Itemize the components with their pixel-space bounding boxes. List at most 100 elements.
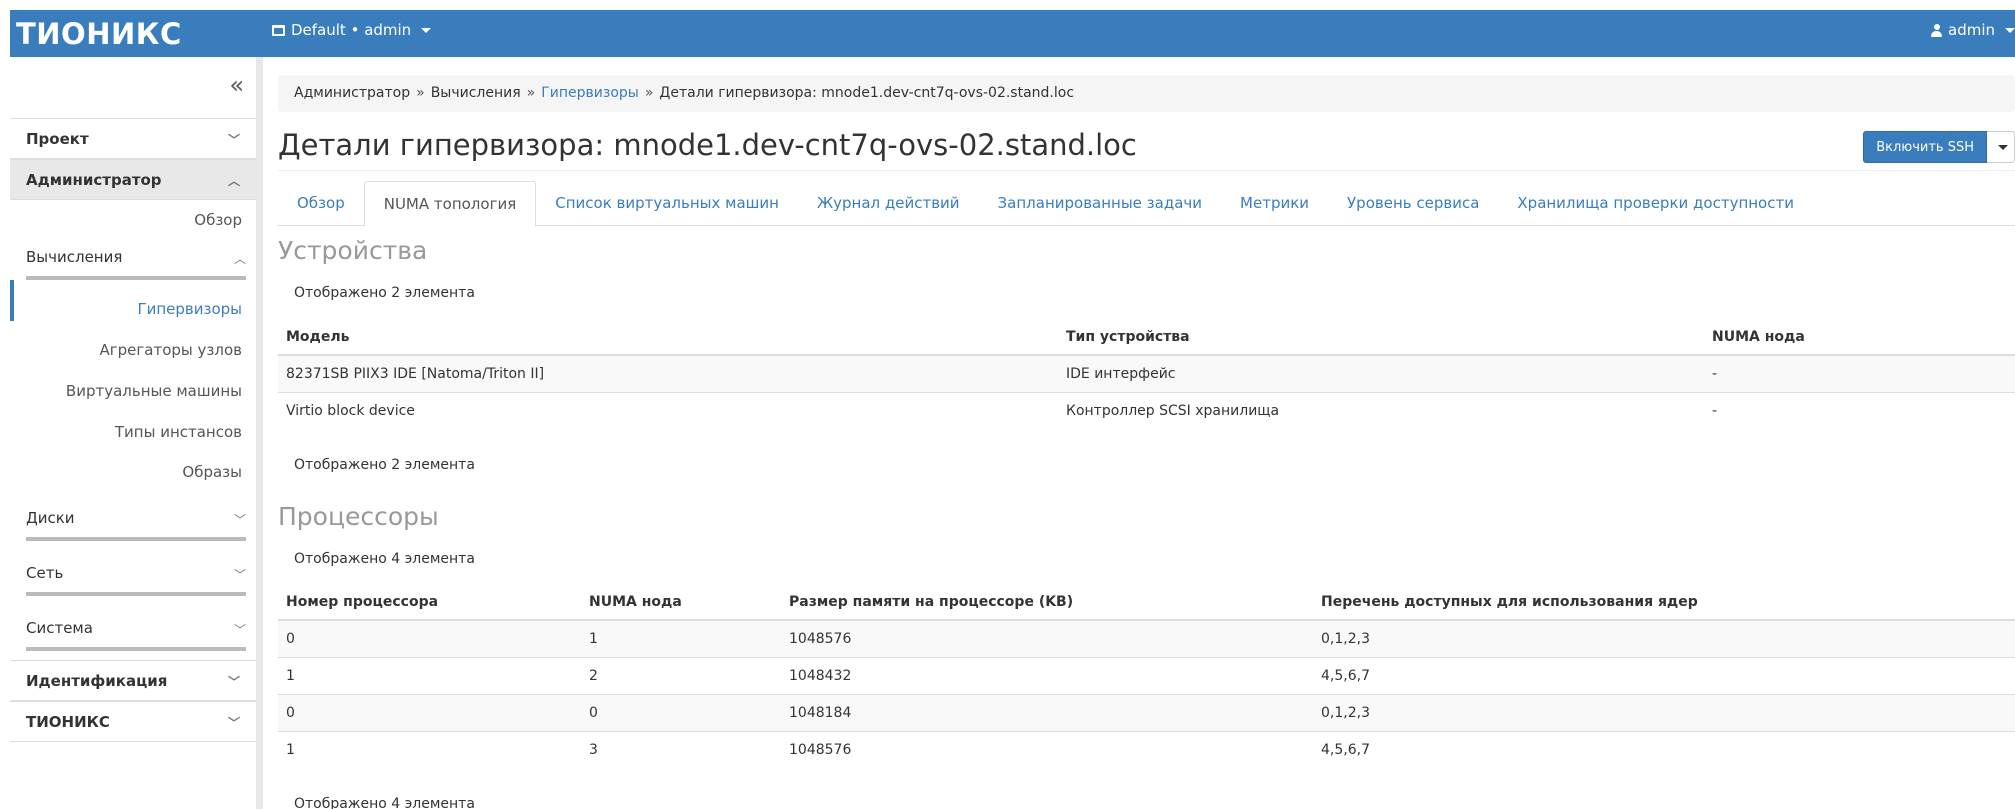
- breadcrumb-current: Детали гипервизора: mnode1.dev-cnt7q-ovs…: [659, 85, 1075, 101]
- sidebar-group-disks[interactable]: Диски ﹀: [26, 509, 246, 541]
- detail-tabs: Обзор NUMA топология Список виртуальных …: [278, 181, 2015, 227]
- table-cell: 82371SB PIIX3 IDE [Natoma/Triton II]: [278, 354, 1058, 392]
- breadcrumb-separator: »: [416, 85, 425, 101]
- table-cell: 1048576: [781, 619, 1313, 657]
- sidebar-item-label: Проект: [26, 129, 89, 148]
- top-navbar: ТИОНИКС Default • admin admin: [10, 10, 2015, 57]
- column-header-numa-node[interactable]: NUMA нода: [1704, 319, 2015, 356]
- project-icon: [272, 24, 285, 36]
- project-context-dropdown[interactable]: Default • admin: [272, 21, 432, 39]
- processors-count-top: Отображено 4 элемента: [294, 551, 475, 567]
- column-header-device-type[interactable]: Тип устройства: [1058, 319, 1704, 356]
- table-row: 0 0 1048184 0,1,2,3: [278, 693, 2015, 731]
- breadcrumb-hypervisors-link[interactable]: Гипервизоры: [541, 85, 639, 102]
- chevron-down-icon: ﹀: [233, 623, 246, 637]
- column-header-model[interactable]: Модель: [278, 319, 1058, 356]
- table-cell: Контроллер SCSI хранилища: [1058, 391, 1704, 429]
- sidebar-group-network[interactable]: Сеть ﹀: [26, 564, 246, 596]
- caret-down-icon: [2005, 27, 2015, 33]
- user-icon: [1931, 23, 1942, 37]
- project-context-label: Default • admin: [291, 21, 412, 39]
- sidebar-group-label: Диски: [26, 509, 75, 527]
- breadcrumb-admin: Администратор: [294, 85, 411, 101]
- table-cell: 1048432: [781, 656, 1313, 694]
- column-header-memory-size[interactable]: Размер памяти на процессоре (KB): [781, 584, 1313, 621]
- table-cell: 0,1,2,3: [1313, 693, 2015, 731]
- table-cell: -: [1704, 391, 2015, 429]
- sidebar-item-label: Идентификация: [26, 671, 168, 690]
- sidebar-group-label: Вычисления: [26, 248, 123, 266]
- sidebar-item-hypervisors[interactable]: Гипервизоры: [137, 300, 242, 318]
- title-divider: [278, 170, 2015, 171]
- tab-overview[interactable]: Обзор: [278, 181, 364, 226]
- chevron-down-icon: ﹀: [227, 675, 240, 689]
- column-header-processor-number[interactable]: Номер процессора: [278, 584, 581, 621]
- breadcrumb-compute: Вычисления: [430, 85, 521, 101]
- enable-ssh-button[interactable]: Включить SSH: [1863, 131, 1987, 163]
- devices-count-top: Отображено 2 элемента: [294, 285, 475, 301]
- devices-count-bottom: Отображено 2 элемента: [294, 457, 475, 473]
- table-cell: 1048576: [781, 730, 1313, 768]
- table-cell: 1: [581, 619, 781, 657]
- app-frame: ТИОНИКС Default • admin admin « Проект ﹀…: [10, 10, 2015, 809]
- tab-service-level[interactable]: Уровень сервиса: [1328, 181, 1498, 226]
- column-header-numa-node[interactable]: NUMA нода: [581, 584, 781, 621]
- sidebar-item-admin[interactable]: Администратор ︿: [10, 159, 256, 200]
- tab-numa-topology[interactable]: NUMA топология: [363, 181, 537, 227]
- sidebar-group-system[interactable]: Система ﹀: [26, 619, 246, 651]
- user-menu-dropdown[interactable]: admin: [1931, 21, 2015, 39]
- table-cell: Virtio block device: [278, 391, 1058, 429]
- tab-scheduled-tasks[interactable]: Запланированные задачи: [979, 181, 1221, 226]
- table-cell: 1048184: [781, 693, 1313, 731]
- ssh-actions-dropdown[interactable]: [1987, 131, 2015, 163]
- tab-instances-list[interactable]: Список виртуальных машин: [536, 181, 798, 226]
- tab-metrics[interactable]: Метрики: [1221, 181, 1328, 226]
- sidebar-item-tionix[interactable]: ТИОНИКС ﹀: [10, 701, 256, 742]
- sidebar-item-project[interactable]: Проект ﹀: [10, 118, 256, 159]
- table-header-row: Модель Тип устройства NUMA нода: [278, 319, 2015, 356]
- sidebar-item-identity[interactable]: Идентификация ﹀: [10, 660, 256, 701]
- chevron-down-icon: ﹀: [227, 716, 240, 730]
- sidebar-item-label: Администратор: [26, 170, 162, 189]
- table-cell: 0,1,2,3: [1313, 619, 2015, 657]
- table-cell: 3: [581, 730, 781, 768]
- table-row: 1 3 1048576 4,5,6,7: [278, 730, 2015, 768]
- table-cell: 0: [278, 619, 581, 657]
- table-cell: 2: [581, 656, 781, 694]
- devices-table: Модель Тип устройства NUMA нода 82371SB …: [278, 319, 2015, 429]
- table-cell: 4,5,6,7: [1313, 656, 2015, 694]
- sidebar-group-label: Система: [26, 619, 93, 637]
- chevron-up-icon: ︿: [227, 174, 240, 188]
- chevron-up-icon: ︿: [233, 252, 246, 266]
- table-row: 1 2 1048432 4,5,6,7: [278, 656, 2015, 694]
- sidebar-group-label: Сеть: [26, 564, 64, 582]
- table-cell: 0: [581, 693, 781, 731]
- sidebar-item-overview[interactable]: Обзор: [194, 211, 242, 229]
- sidebar-group-compute[interactable]: Вычисления ︿: [26, 248, 246, 280]
- sidebar-item-aggregates[interactable]: Агрегаторы узлов: [100, 341, 242, 359]
- sidebar-item-flavors[interactable]: Типы инстансов: [115, 423, 242, 441]
- table-row: 0 1 1048576 0,1,2,3: [278, 619, 2015, 657]
- table-row: 82371SB PIIX3 IDE [Natoma/Triton II] IDE…: [278, 354, 2015, 392]
- tab-action-log[interactable]: Журнал действий: [798, 181, 979, 226]
- chevron-down-icon: ﹀: [227, 133, 240, 147]
- tab-availability-storages[interactable]: Хранилища проверки доступности: [1498, 181, 1813, 226]
- table-cell: 0: [278, 693, 581, 731]
- sidebar: « Проект ﹀ Администратор ︿ Обзор Вычисле…: [10, 57, 263, 809]
- chevron-down-icon: ﹀: [233, 568, 246, 582]
- breadcrumb-separator: »: [526, 85, 536, 101]
- table-header-row: Номер процессора NUMA нода Размер памяти…: [278, 584, 2015, 621]
- table-cell: 1: [278, 656, 581, 694]
- sidebar-item-instances[interactable]: Виртуальные машины: [66, 382, 242, 400]
- sidebar-item-label: ТИОНИКС: [26, 712, 110, 731]
- table-cell: 4,5,6,7: [1313, 730, 2015, 768]
- user-name: admin: [1948, 21, 1995, 39]
- table-row: Virtio block device Контроллер SCSI хран…: [278, 391, 2015, 429]
- collapse-sidebar-icon[interactable]: «: [229, 71, 244, 99]
- devices-section-title: Устройства: [278, 236, 428, 265]
- brand-logo[interactable]: ТИОНИКС: [16, 17, 182, 51]
- sidebar-item-images[interactable]: Образы: [182, 463, 242, 481]
- column-header-available-cores[interactable]: Перечень доступных для использования яде…: [1313, 584, 2015, 621]
- chevron-down-icon: ﹀: [233, 513, 246, 527]
- table-cell: IDE интерфейс: [1058, 354, 1704, 392]
